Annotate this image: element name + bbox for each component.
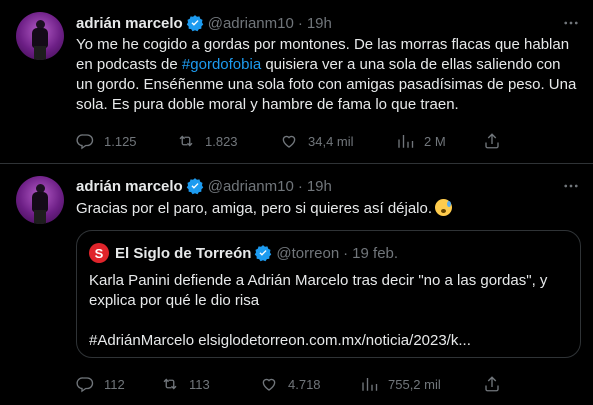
more-options-icon: [564, 21, 578, 25]
views-button[interactable]: 2 M: [396, 132, 446, 150]
publisher-logo[interactable]: S: [89, 243, 109, 263]
quoted-tweet-header: S El Siglo de Torreón @torreon · 19 feb.: [89, 243, 398, 263]
quoted-author-name[interactable]: El Siglo de Torreón: [115, 245, 251, 262]
views-button[interactable]: 755,2 mil: [360, 375, 441, 393]
avatar[interactable]: [16, 12, 64, 60]
quoted-author-handle[interactable]: @torreon: [276, 245, 339, 262]
author-handle[interactable]: @adrianm10: [208, 178, 294, 195]
tweet[interactable]: adrián marcelo @adrianm10 · 19h Yo me he…: [0, 0, 593, 163]
more-options-icon: [564, 184, 578, 188]
more-options-button[interactable]: [561, 176, 581, 196]
separator-dot: ·: [343, 244, 349, 262]
retweet-count: 1.823: [205, 133, 238, 149]
avatar-figure-body: [32, 192, 48, 212]
retweet-button[interactable]: 113: [161, 375, 210, 393]
share-button[interactable]: [483, 131, 503, 151]
reply-button[interactable]: 1.125: [76, 132, 137, 150]
retweet-count: 113: [189, 376, 210, 392]
quoted-tweet-text: Karla Panini defiende a Adrián Marcelo t…: [89, 272, 548, 309]
tweet-actions: 112 113 4.718 755,2 mil: [76, 374, 506, 394]
avatar-figure-legs: [34, 210, 46, 224]
views-icon: [362, 378, 378, 391]
hashtag-link[interactable]: #gordofobia: [182, 56, 261, 73]
views-count: 755,2 mil: [388, 376, 441, 392]
tweet[interactable]: adrián marcelo @adrianm10 · 19h Gracias …: [0, 164, 593, 405]
like-count: 34,4 mil: [308, 133, 354, 149]
retweet-button[interactable]: 1.823: [177, 132, 238, 150]
separator-dot: ·: [297, 177, 303, 195]
avatar-figure-body: [32, 28, 48, 48]
tweet-text: Gracias por el paro, amiga, pero si quie…: [76, 199, 581, 219]
tweet-text: Yo me he cogido a gordas por montones. D…: [76, 35, 581, 115]
quoted-tweet[interactable]: S El Siglo de Torreón @torreon · 19 feb.…: [76, 230, 581, 358]
like-icon: [262, 378, 276, 391]
views-icon: [398, 135, 414, 148]
like-button[interactable]: 4.718: [260, 375, 321, 393]
retweet-icon: [179, 135, 193, 147]
share-icon: [485, 376, 499, 392]
verified-badge-icon: [186, 15, 203, 32]
verified-badge-icon: [186, 178, 203, 195]
anxious-face-emoji: [435, 199, 453, 216]
like-count: 4.718: [288, 376, 321, 392]
reply-button[interactable]: 112: [76, 375, 125, 393]
verified-badge-icon: [255, 245, 272, 262]
author-name[interactable]: adrián marcelo: [76, 178, 183, 195]
more-options-button[interactable]: [561, 13, 581, 33]
share-button[interactable]: [483, 374, 503, 394]
author-name[interactable]: adrián marcelo: [76, 15, 183, 32]
like-icon: [282, 135, 296, 148]
reply-icon: [76, 134, 94, 150]
avatar[interactable]: [16, 176, 64, 224]
tweet-header: adrián marcelo @adrianm10 · 19h: [76, 13, 332, 33]
like-button[interactable]: 34,4 mil: [280, 132, 354, 150]
tweet-timestamp[interactable]: 19h: [307, 178, 332, 195]
quoted-tweet-link[interactable]: #AdriánMarcelo elsiglodetorreon.com.mx/n…: [89, 331, 569, 351]
retweet-icon: [163, 378, 177, 390]
tweet-actions: 1.125 1.823 34,4 mil 2 M: [76, 131, 506, 151]
quoted-tweet-date[interactable]: 19 feb.: [352, 245, 398, 262]
avatar-figure-legs: [34, 46, 46, 60]
views-count: 2 M: [424, 133, 446, 149]
tweet-header: adrián marcelo @adrianm10 · 19h: [76, 176, 332, 196]
author-handle[interactable]: @adrianm10: [208, 15, 294, 32]
tweet-timestamp[interactable]: 19h: [307, 15, 332, 32]
tweet-text-part: Gracias por el paro, amiga, pero si quie…: [76, 200, 433, 217]
reply-icon: [76, 377, 94, 393]
reply-count: 112: [104, 376, 125, 392]
separator-dot: ·: [297, 14, 303, 32]
reply-count: 1.125: [104, 133, 137, 149]
share-icon: [485, 133, 499, 149]
